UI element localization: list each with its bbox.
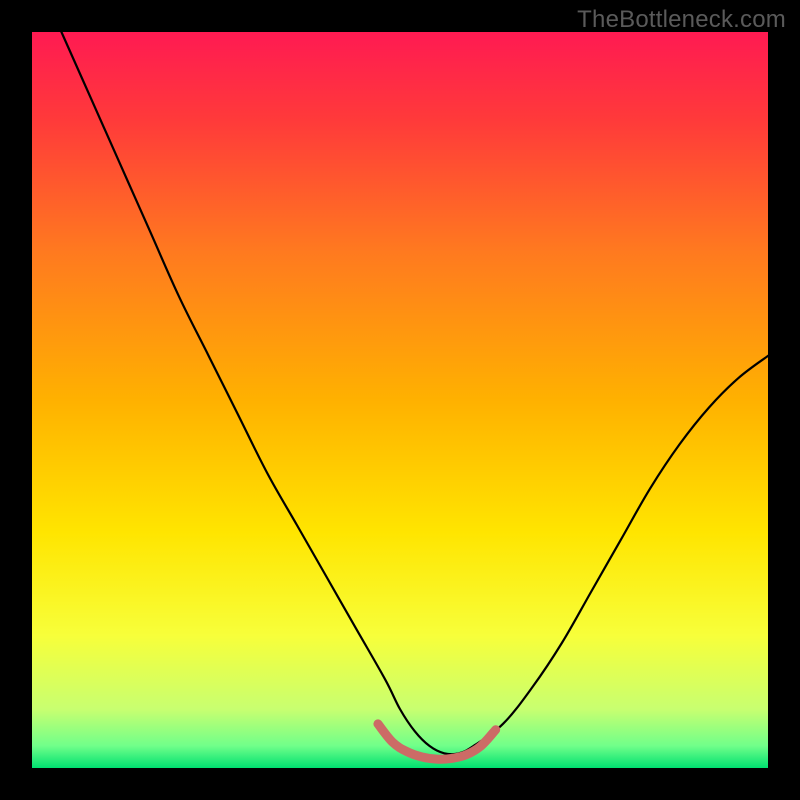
- chart-background: [32, 32, 768, 768]
- watermark-text: TheBottleneck.com: [577, 6, 786, 34]
- bottleneck-chart: [32, 32, 768, 768]
- chart-plot-area: [32, 32, 768, 768]
